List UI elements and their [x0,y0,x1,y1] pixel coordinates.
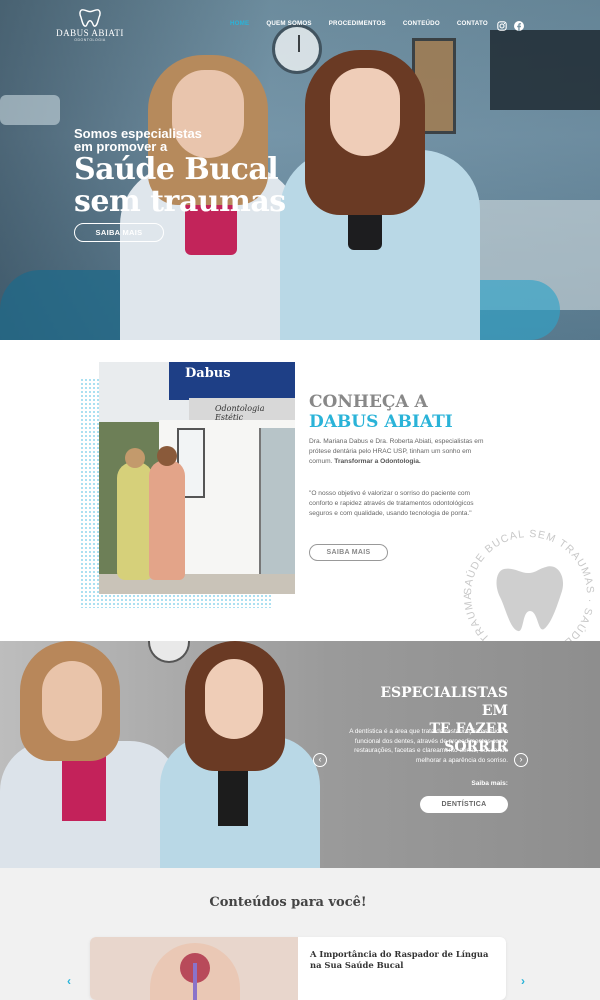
nav-item-quem-somos[interactable]: QUEM SOMOS [266,20,311,27]
main-nav: DABUS ABIATI ODONTOLOGIA HOME QUEM SOMOS… [0,0,600,50]
clinic-sign: Dabus [169,362,295,400]
hero-big-line-1: Saúde Bucal [74,152,279,187]
tooth-logo-icon [79,9,101,27]
instagram-icon[interactable] [497,18,507,31]
article-title[interactable]: A Importância do Raspador de Língua na S… [310,949,496,971]
specialist-left-face [42,661,102,741]
social-links [497,18,524,31]
facebook-icon[interactable] [514,18,524,31]
logo-name: DABUS ABIATI [56,28,124,38]
specialists-section [0,641,600,868]
nav-item-conteudo[interactable]: CONTEÚDO [403,20,440,27]
content-prev-button[interactable]: ‹ [67,974,71,988]
about-paragraph-2: "O nosso objetivo é valorizar o sorriso … [309,490,474,517]
about-title-line-2: DABUS ABIATI [309,412,453,432]
clinic-sign-sub: Odontologia Estétic [189,398,295,422]
specialist-left-shirt [62,751,106,821]
hero-headline: Somos especialistas em promover a Saúde … [74,127,286,217]
clinic-photo: Dabus Odontologia Estétic [99,362,295,594]
tongue-scraper-icon [193,963,197,1000]
hero-big-line-2: sem traumas [74,184,286,219]
seal-tooth-icon [496,566,564,632]
about-title: CONHEÇA A DABUS ABIATI [309,392,453,432]
article-card[interactable]: A Importância do Raspador de Língua na S… [90,937,506,1000]
specialists-paragraph: A dentística é a área que trata da resta… [349,728,508,764]
slider-next-button[interactable]: › [514,753,528,767]
about-saiba-mais-button[interactable]: SAIBA MAIS [309,544,388,561]
dentistica-button[interactable]: DENTÍSTICA [420,796,508,813]
about-paragraph-1: Dra. Mariana Dabus e Dra. Roberta Abiati… [309,437,489,466]
hero-lamp [0,95,60,125]
photo-person-right [149,446,185,580]
site-logo[interactable]: DABUS ABIATI ODONTOLOGIA [56,8,124,46]
nav-item-procedimentos[interactable]: PROCEDIMENTOS [329,20,386,27]
nav-menu: HOME QUEM SOMOS PROCEDIMENTOS CONTEÚDO C… [230,20,505,27]
logo-subtitle: ODONTOLOGIA [74,38,106,42]
content-title: Conteúdos para você! [209,895,367,910]
nav-item-home[interactable]: HOME [230,20,249,27]
photo-door [259,428,295,578]
slider-prev-button[interactable]: ‹ [313,753,327,767]
doctor-right-face [330,68,400,156]
nav-item-contato[interactable]: CONTATO [457,20,488,27]
hero-saiba-mais-button[interactable]: SAIBA MAIS [74,223,164,242]
specialist-right-face [205,659,263,739]
article-image [90,937,298,1000]
content-next-button[interactable]: › [521,974,525,988]
about-paragraph-1-bold: Transformar a Odontologia. [334,457,421,465]
about-title-line-1: CONHEÇA A [309,392,428,412]
photo-person-left [117,448,153,580]
specialists-saiba-mais-label: Saiba mais: [471,780,508,787]
specialists-title-line-1: ESPECIALISTAS EM [380,685,508,719]
hero-section: DABUS ABIATI ODONTOLOGIA HOME QUEM SOMOS… [0,0,600,340]
